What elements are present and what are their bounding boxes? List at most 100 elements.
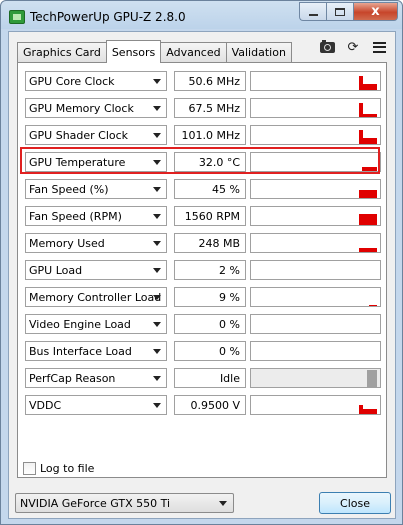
- sensor-graph: [250, 152, 381, 172]
- sensor-label: GPU Load: [29, 263, 83, 277]
- sensor-value: Idle: [174, 368, 246, 388]
- sensor-row-memory-used: Memory Used 248 MB: [25, 233, 383, 255]
- close-window-button[interactable]: x: [353, 2, 398, 21]
- sensor-value: 0 %: [174, 341, 246, 361]
- sensor-label: Fan Speed (%): [29, 182, 109, 196]
- sensor-row-memory-controller-load: Memory Controller Load 9 %: [25, 287, 383, 309]
- sensor-value: 0 %: [174, 314, 246, 334]
- close-icon: x: [371, 4, 380, 19]
- sensor-name-dropdown[interactable]: GPU Shader Clock: [25, 125, 167, 145]
- log-to-file: Log to file: [23, 462, 94, 475]
- menu-icon[interactable]: [371, 40, 387, 54]
- camera-icon[interactable]: [319, 39, 335, 54]
- sensor-value: 1560 RPM: [174, 206, 246, 226]
- sensor-graph: [250, 287, 381, 307]
- log-to-file-label[interactable]: Log to file: [40, 462, 94, 475]
- sensor-row-gpu-shader-clock: GPU Shader Clock 101.0 MHz: [25, 125, 383, 147]
- sensors-panel: GPU Core Clock 50.6 MHz GPU Memory Clock…: [17, 62, 387, 478]
- title-bar[interactable]: TechPowerUp GPU-Z 2.8.0 x: [1, 1, 402, 31]
- tab-advanced[interactable]: Advanced: [160, 42, 227, 62]
- sensor-row-bus-interface-load: Bus Interface Load 0 %: [25, 341, 383, 363]
- chevron-down-icon: [153, 295, 161, 300]
- sensor-row-fan-speed-rpm: Fan Speed (RPM) 1560 RPM: [25, 206, 383, 228]
- maximize-icon: [335, 7, 345, 16]
- sensor-label: GPU Temperature: [29, 155, 126, 169]
- sensor-graph: [250, 341, 381, 361]
- sensor-graph: [250, 314, 381, 334]
- maximize-button[interactable]: [326, 2, 353, 21]
- chevron-down-icon: [153, 403, 161, 408]
- sensor-graph: [250, 233, 381, 253]
- sensor-name-dropdown[interactable]: GPU Memory Clock: [25, 98, 167, 118]
- tab-strip: Graphics Card Sensors Advanced Validatio…: [17, 40, 292, 63]
- minimize-icon: [308, 13, 318, 16]
- sensor-label: Fan Speed (RPM): [29, 209, 122, 223]
- log-to-file-checkbox[interactable]: [23, 462, 36, 475]
- sensor-graph: [250, 71, 381, 91]
- sensor-value: 50.6 MHz: [174, 71, 246, 91]
- minimize-button[interactable]: [299, 2, 326, 21]
- gpu-select-dropdown[interactable]: NVIDIA GeForce GTX 550 Ti: [15, 493, 234, 513]
- sensor-row-gpu-load: GPU Load 2 %: [25, 260, 383, 282]
- sensor-value: 2 %: [174, 260, 246, 280]
- close-button[interactable]: Close: [319, 492, 391, 514]
- sensor-name-dropdown[interactable]: GPU Core Clock: [25, 71, 167, 91]
- sensor-graph: [250, 260, 381, 280]
- toolbar-icons: ⟳: [319, 39, 387, 55]
- sensor-name-dropdown[interactable]: Bus Interface Load: [25, 341, 167, 361]
- sensor-row-gpu-memory-clock: GPU Memory Clock 67.5 MHz: [25, 98, 383, 120]
- chevron-down-icon: [153, 349, 161, 354]
- sensor-label: Memory Used: [29, 236, 105, 250]
- tab-label: Graphics Card: [23, 46, 101, 59]
- tab-label: Advanced: [166, 46, 221, 59]
- chevron-down-icon: [153, 241, 161, 246]
- window-controls: x: [299, 2, 398, 21]
- sensor-name-dropdown[interactable]: Fan Speed (%): [25, 179, 167, 199]
- sensor-name-dropdown[interactable]: Memory Controller Load: [25, 287, 167, 307]
- chevron-down-icon: [153, 376, 161, 381]
- sensor-name-dropdown[interactable]: Memory Used: [25, 233, 167, 253]
- sensor-label: GPU Core Clock: [29, 74, 115, 88]
- sensor-value: 45 %: [174, 179, 246, 199]
- tab-graphics-card[interactable]: Graphics Card: [17, 42, 107, 62]
- refresh-icon[interactable]: ⟳: [345, 40, 361, 55]
- sensor-label: Bus Interface Load: [29, 344, 132, 358]
- sensor-graph: [250, 179, 381, 199]
- tab-label: Sensors: [111, 45, 156, 59]
- chevron-down-icon: [153, 106, 161, 111]
- sensor-graph: [250, 98, 381, 118]
- sensor-label: GPU Shader Clock: [29, 128, 129, 142]
- sensor-label: Video Engine Load: [29, 317, 131, 331]
- sensor-name-dropdown[interactable]: Video Engine Load: [25, 314, 167, 334]
- sensor-label: VDDC: [29, 398, 62, 412]
- gpuz-window: TechPowerUp GPU-Z 2.8.0 x Graphics Card …: [0, 0, 403, 525]
- sensor-graph: [250, 206, 381, 226]
- sensor-value: 248 MB: [174, 233, 246, 253]
- chevron-down-icon: [153, 160, 161, 165]
- sensor-row-perfcap-reason: PerfCap Reason Idle: [25, 368, 383, 390]
- sensor-name-dropdown[interactable]: GPU Temperature: [25, 152, 167, 172]
- gpu-select-value: NVIDIA GeForce GTX 550 Ti: [20, 496, 171, 510]
- sensor-name-dropdown[interactable]: VDDC: [25, 395, 167, 415]
- sensor-label: Memory Controller Load: [29, 290, 162, 304]
- sensor-name-dropdown[interactable]: PerfCap Reason: [25, 368, 167, 388]
- client-area: Graphics Card Sensors Advanced Validatio…: [8, 31, 396, 519]
- gpuz-app-icon: [9, 10, 25, 24]
- window-title: TechPowerUp GPU-Z 2.8.0: [30, 10, 186, 24]
- sensor-value: 32.0 °C: [174, 152, 246, 172]
- sensor-graph: [250, 395, 381, 415]
- sensor-name-dropdown[interactable]: GPU Load: [25, 260, 167, 280]
- tab-sensors[interactable]: Sensors: [105, 40, 162, 63]
- sensor-label: GPU Memory Clock: [29, 101, 134, 115]
- sensor-row-gpu-temperature: GPU Temperature 32.0 °C: [25, 152, 383, 174]
- chevron-down-icon: [153, 187, 161, 192]
- chevron-down-icon: [153, 133, 161, 138]
- close-button-label: Close: [340, 496, 370, 510]
- sensor-name-dropdown[interactable]: Fan Speed (RPM): [25, 206, 167, 226]
- tab-label: Validation: [231, 46, 286, 59]
- sensor-graph: [250, 125, 381, 145]
- tab-validation[interactable]: Validation: [225, 42, 292, 62]
- sensor-graph: [250, 368, 381, 388]
- sensor-row-gpu-core-clock: GPU Core Clock 50.6 MHz: [25, 71, 383, 93]
- chevron-down-icon: [153, 79, 161, 84]
